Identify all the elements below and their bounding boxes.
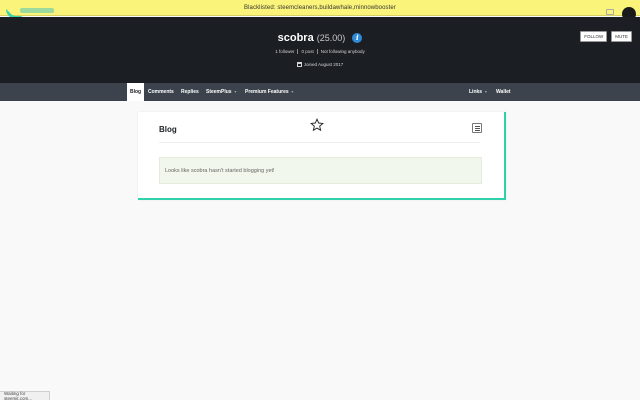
page-title: Blog	[159, 125, 177, 134]
profile-nav: Blog Comments Replies SteemPlus ▼ Premium…	[0, 83, 640, 101]
chevron-down-icon: ▼	[233, 90, 238, 94]
joined-text: Joined August 2017	[303, 62, 344, 67]
search-icon[interactable]	[606, 9, 614, 15]
reputation-score: (25.00)	[316, 33, 346, 43]
blog-card: Blog Looks like scobra hasn't started bl…	[138, 112, 506, 200]
steemit-wordmark	[20, 8, 54, 13]
mute-button[interactable]: MUTE	[611, 31, 632, 42]
tab-steemplus[interactable]: SteemPlus ▼	[203, 83, 240, 101]
star-icon[interactable]	[310, 118, 324, 132]
tab-replies[interactable]: Replies	[178, 83, 202, 101]
info-icon[interactable]: i	[352, 33, 363, 44]
follow-button[interactable]: FOLLOW	[580, 31, 608, 42]
profile-stats: 1 follower 0 post Not following anybody	[0, 49, 640, 54]
following-count[interactable]: Not following anybody	[316, 49, 368, 54]
layout-toggle-icon[interactable]	[472, 123, 482, 133]
tab-premium-features[interactable]: Premium Features ▼	[242, 83, 297, 101]
blacklist-banner: beta Blacklisted: steemcleaners,buildawh…	[0, 0, 640, 21]
browser-status-bar: Waiting for steemit.com...	[0, 391, 50, 400]
blacklist-text: Blacklisted: steemcleaners,buildawhale,m…	[244, 4, 396, 11]
status-text: Waiting for steemit.com...	[4, 391, 33, 400]
chevron-down-icon: ▼	[290, 90, 295, 94]
profile-name-line: scobra (25.00) i	[0, 32, 640, 44]
profile-actions: FOLLOW MUTE	[580, 31, 632, 42]
joined-date: Joined August 2017	[0, 62, 640, 67]
calendar-icon	[296, 62, 302, 67]
chevron-down-icon: ▼	[484, 90, 488, 94]
posts-count: 0 post	[297, 49, 316, 54]
tab-links[interactable]: Links ▼	[466, 83, 491, 101]
tab-steemplus-label: SteemPlus	[206, 89, 232, 95]
followers-count[interactable]: 1 follower	[272, 49, 297, 54]
empty-blog-text: Looks like scobra hasn't started bloggin…	[165, 167, 275, 174]
divider	[159, 142, 480, 143]
tab-wallet[interactable]: Wallet	[493, 83, 514, 101]
tab-blog[interactable]: Blog	[127, 83, 145, 101]
tab-comments[interactable]: Comments	[145, 83, 177, 101]
empty-blog-message: Looks like scobra hasn't started bloggin…	[159, 157, 482, 184]
profile-username: scobra	[277, 32, 314, 44]
tab-links-label: Links	[469, 89, 483, 95]
profile-header: scobra (25.00) i 1 follower 0 post Not f…	[0, 17, 640, 83]
tab-premium-label: Premium Features	[245, 89, 289, 95]
